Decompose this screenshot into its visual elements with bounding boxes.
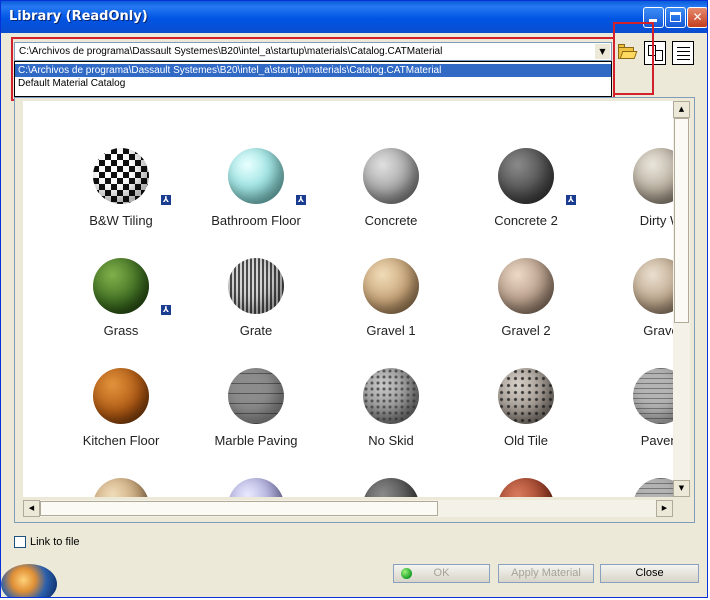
material-item[interactable]: [191, 476, 321, 497]
material-sphere-icon[interactable]: [228, 368, 284, 424]
material-item[interactable]: [56, 476, 186, 497]
material-sphere-icon[interactable]: [93, 258, 149, 314]
ok-status-icon: [401, 568, 412, 579]
ok-button[interactable]: OK: [393, 564, 490, 583]
material-label: Gravel 2: [501, 323, 551, 338]
material-label: Marble Paving: [214, 433, 298, 448]
material-item[interactable]: Marble Paving: [191, 366, 321, 466]
material-sphere-icon[interactable]: [228, 258, 284, 314]
catia-logo: [1, 564, 57, 597]
material-sphere-icon[interactable]: [498, 478, 554, 497]
link-badge-icon: ⅄: [565, 194, 577, 206]
close-button[interactable]: Close: [600, 564, 699, 583]
ok-label: OK: [433, 567, 450, 579]
material-item[interactable]: Grate: [191, 256, 321, 356]
material-label: Dirty W: [639, 213, 673, 228]
material-item[interactable]: ⅄ Grass: [56, 256, 186, 356]
material-label: No Skid: [368, 433, 414, 448]
material-item[interactable]: ⅄ Bathroom Floor: [191, 146, 321, 246]
link-badge-icon: ⅄: [160, 194, 172, 206]
material-sphere-icon[interactable]: [633, 368, 673, 424]
materials-grid: ⅄ B&W Tiling ⅄ Bathroom Floor Concrete ⅄ Concr…: [23, 101, 673, 497]
material-item[interactable]: Kitchen Floor: [56, 366, 186, 466]
material-sphere-icon[interactable]: [228, 148, 284, 204]
material-sphere-icon[interactable]: [633, 258, 673, 314]
maximize-icon: [670, 12, 681, 22]
highlight-frame-view-buttons: [613, 22, 654, 95]
link-to-file-label: Link to file: [30, 536, 80, 548]
material-label: Concrete: [364, 213, 418, 228]
link-badge-icon: ⅄: [160, 304, 172, 316]
material-sphere-icon[interactable]: [228, 478, 284, 497]
vertical-scroll-thumb[interactable]: [674, 118, 689, 323]
material-sphere-icon[interactable]: [93, 368, 149, 424]
material-sphere-icon[interactable]: [633, 478, 673, 497]
material-sphere-icon[interactable]: [363, 258, 419, 314]
close-label: Close: [635, 567, 664, 579]
link-to-file-checkbox[interactable]: [14, 536, 26, 548]
material-item[interactable]: [326, 476, 456, 497]
scroll-up-arrow-icon[interactable]: ▲: [673, 101, 690, 118]
material-label: Concrete 2: [494, 213, 558, 228]
material-label: Gravel 1: [366, 323, 416, 338]
scroll-down-arrow-icon[interactable]: ▼: [673, 480, 690, 497]
material-item[interactable]: ⅄ B&W Tiling: [56, 146, 186, 246]
material-label: Grass: [103, 323, 139, 338]
close-window-button[interactable]: ✕: [687, 7, 707, 28]
window-title: Library (ReadOnly): [9, 9, 148, 24]
material-item[interactable]: Grave: [596, 256, 673, 356]
material-item[interactable]: Old Tile: [461, 366, 591, 466]
library-window: Library (ReadOnly) ✕ C:\Archivos de prog…: [0, 0, 708, 598]
apply-material-label: Apply Material: [511, 567, 581, 579]
material-item[interactable]: Pavem: [596, 366, 673, 466]
material-label: Grave: [643, 323, 673, 338]
material-sphere-icon[interactable]: [93, 478, 149, 497]
material-label: B&W Tiling: [89, 213, 153, 228]
title-bar[interactable]: Library (ReadOnly) ✕: [1, 1, 707, 33]
material-sphere-icon[interactable]: [363, 148, 419, 204]
list-view-icon: [677, 47, 690, 48]
material-item[interactable]: Gravel 1: [326, 256, 456, 356]
material-item[interactable]: No Skid: [326, 366, 456, 466]
material-sphere-icon[interactable]: [363, 368, 419, 424]
material-sphere-icon[interactable]: [498, 368, 554, 424]
material-sphere-icon[interactable]: [498, 258, 554, 314]
horizontal-scroll-thumb[interactable]: [40, 501, 438, 516]
material-item[interactable]: ⅄ Concrete 2: [461, 146, 591, 246]
material-item[interactable]: [461, 476, 591, 497]
apply-material-button[interactable]: Apply Material: [498, 564, 594, 583]
scroll-left-arrow-icon[interactable]: ◀: [23, 500, 40, 517]
material-label: Grate: [239, 323, 273, 338]
vertical-scrollbar[interactable]: ▲ ▼: [673, 101, 690, 497]
material-sphere-icon[interactable]: [498, 148, 554, 204]
horizontal-scrollbar[interactable]: ◀ ▶: [23, 500, 673, 517]
material-label: Pavem: [640, 433, 673, 448]
material-sphere-icon[interactable]: [93, 148, 149, 204]
material-label: Old Tile: [503, 433, 549, 448]
scroll-right-arrow-icon[interactable]: ▶: [656, 500, 673, 517]
material-item[interactable]: Concrete: [326, 146, 456, 246]
link-badge-icon: ⅄: [295, 194, 307, 206]
list-view-button[interactable]: [672, 41, 694, 65]
material-sphere-icon[interactable]: [363, 478, 419, 497]
material-sphere-icon[interactable]: [633, 148, 673, 204]
highlight-frame-combo: [11, 37, 615, 101]
close-icon: ✕: [692, 10, 703, 24]
scrollbar-corner: [673, 497, 690, 520]
material-label: Kitchen Floor: [82, 433, 160, 448]
material-item[interactable]: Gravel 2: [461, 256, 591, 356]
material-label: Bathroom Floor: [211, 213, 301, 228]
material-item[interactable]: [596, 476, 673, 497]
maximize-button[interactable]: [665, 7, 686, 28]
material-item[interactable]: Dirty W: [596, 146, 673, 246]
